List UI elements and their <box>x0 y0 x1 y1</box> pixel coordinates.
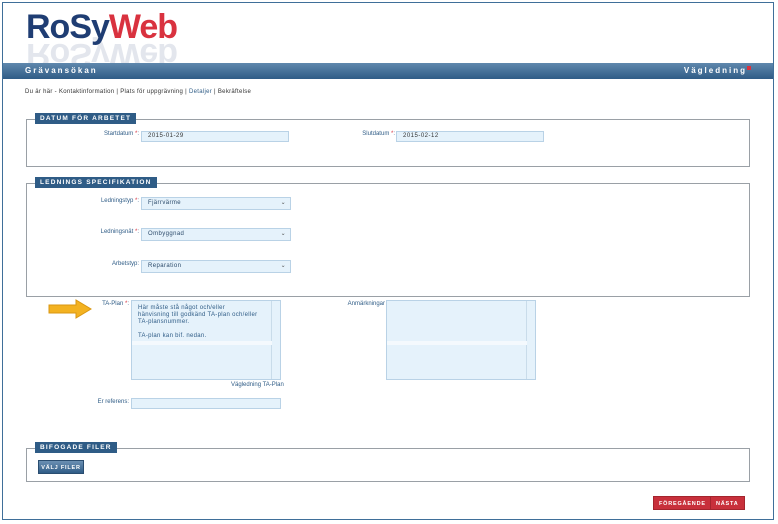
chevron-down-icon: ⌄ <box>280 231 286 237</box>
breadcrumb-confirmation[interactable]: Bekräftelse <box>218 89 251 95</box>
header-bar: Grävansökan Vägledning <box>3 63 773 79</box>
ledningstyp-select[interactable]: Fjärrvärme ⌄ <box>141 197 291 210</box>
breadcrumb-details: Detaljer <box>189 89 213 95</box>
arbetstyp-select[interactable]: Reparation ⌄ <box>141 260 291 273</box>
ledningstyp-label: Ledningstyp *: <box>100 198 139 204</box>
arbetstyp-label: Arbetstyp: <box>111 261 139 267</box>
help-link[interactable]: Vägledning <box>684 66 747 75</box>
ledningsnat-select[interactable]: Ombyggnad ⌄ <box>141 228 291 241</box>
choose-files-button[interactable]: VÄLJ FILER <box>38 460 84 474</box>
files-legend: BIFOGADE FILER <box>35 442 117 453</box>
next-button[interactable]: NÄSTA <box>710 496 745 510</box>
referens-field[interactable] <box>131 398 281 409</box>
application-window: RoSyWeb RoSyWeb Grävansökan Vägledning D… <box>2 2 774 520</box>
referens-label: Er referens: <box>97 399 129 405</box>
breadcrumb-location[interactable]: Plats för uppgrävning <box>120 89 183 95</box>
anmarkningar-label: Anmärkningar <box>347 301 385 307</box>
chevron-down-icon: ⌄ <box>280 200 286 206</box>
breadcrumb: Du är här - Kontaktinformation | Plats f… <box>25 89 252 95</box>
external-link-icon <box>747 66 751 70</box>
taplan-textarea[interactable]: Här måste stå något och/eller hänvisning… <box>131 300 281 380</box>
ledningsnat-label: Ledningsnät *: <box>100 229 139 235</box>
rosyweb-logo: RoSyWeb RoSyWeb <box>26 8 178 74</box>
slutdatum-label: Slutdatum *: <box>362 131 395 137</box>
previous-button[interactable]: FÖREGÅENDE <box>653 496 712 510</box>
datum-fieldset <box>26 119 750 167</box>
taplan-label: TA-Plan *: <box>102 301 129 307</box>
startdatum-field[interactable]: 2015-01-29 <box>141 131 289 142</box>
breadcrumb-contact[interactable]: Kontaktinformation <box>59 89 114 95</box>
datum-legend: DATUM FÖR ARBETET <box>35 113 137 124</box>
page-title: Grävansökan <box>25 66 98 75</box>
chevron-down-icon: ⌄ <box>280 263 286 269</box>
startdatum-label: Startdatum *: <box>103 131 139 137</box>
taplan-guide-link[interactable]: Vägledning TA-Plan <box>231 382 284 388</box>
files-fieldset <box>26 448 750 482</box>
anmarkningar-textarea[interactable] <box>386 300 536 380</box>
ledning-legend: LEDNINGS SPECIFIKATION <box>35 177 157 188</box>
slutdatum-field[interactable]: 2015-02-12 <box>396 131 544 142</box>
